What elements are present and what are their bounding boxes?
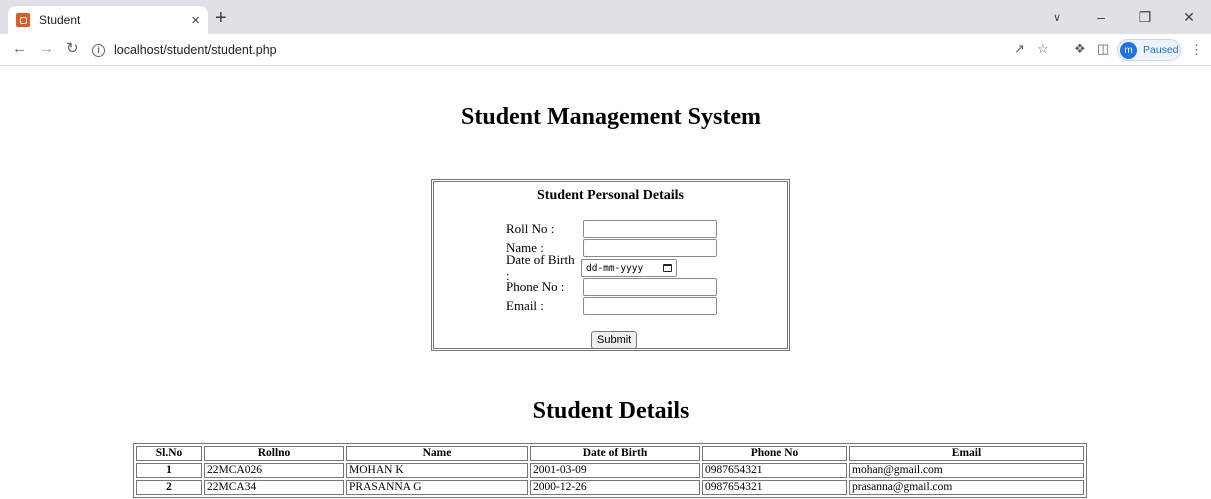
student-form: Student Personal Details Roll No : Name … bbox=[431, 179, 790, 351]
new-tab-button[interactable]: + bbox=[215, 8, 227, 28]
page-title: Student Management System bbox=[461, 104, 761, 130]
column-header: Name bbox=[346, 446, 528, 461]
rollno-row: Roll No : bbox=[506, 220, 717, 238]
tab-title: Student bbox=[39, 13, 81, 27]
email-input[interactable] bbox=[583, 297, 717, 315]
cell-rollno: 22MCA34 bbox=[204, 480, 344, 495]
avatar: m bbox=[1120, 41, 1137, 59]
table-row: 2 22MCA34 PRASANNA G 2000-12-26 09876543… bbox=[136, 480, 1084, 495]
submit-button[interactable]: Submit bbox=[591, 331, 638, 349]
cell-dob: 2001-03-09 bbox=[530, 463, 700, 478]
menu-icon[interactable]: ⋮ bbox=[1190, 43, 1203, 56]
calendar-icon[interactable] bbox=[663, 264, 672, 272]
cell-email: mohan@gmail.com bbox=[849, 463, 1084, 478]
favicon-icon bbox=[16, 13, 30, 27]
window-controls: ∨ – ❐ ✕ bbox=[1035, 0, 1211, 34]
phone-input[interactable] bbox=[583, 278, 717, 296]
url-text[interactable]: localhost/student/student.php bbox=[114, 43, 277, 57]
profile-status: Paused bbox=[1143, 44, 1179, 56]
column-header: Sl.No bbox=[136, 446, 202, 461]
reload-icon[interactable]: ↻ bbox=[66, 41, 79, 56]
table-row: 1 22MCA026 MOHAN K 2001-03-09 0987654321… bbox=[136, 463, 1084, 478]
profile-button[interactable]: m Paused bbox=[1117, 39, 1181, 61]
extensions-icon[interactable]: ❖ bbox=[1074, 42, 1086, 55]
column-header: Date of Birth bbox=[530, 446, 700, 461]
restore-icon[interactable]: ❐ bbox=[1123, 9, 1167, 26]
share-icon[interactable]: ↗ bbox=[1014, 42, 1025, 55]
dob-placeholder: dd-mm-yyyy bbox=[586, 262, 644, 274]
cell-phone: 0987654321 bbox=[702, 480, 847, 495]
table-header-row: Sl.No Rollno Name Date of Birth Phone No… bbox=[136, 446, 1084, 461]
tab-strip: Student × + ∨ – ❐ ✕ bbox=[0, 0, 1211, 34]
column-header: Rollno bbox=[204, 446, 344, 461]
dob-row: Date of Birth : dd-mm-yyyy bbox=[506, 252, 677, 283]
details-heading: Student Details bbox=[532, 398, 690, 424]
tab-student[interactable]: Student × bbox=[8, 6, 208, 34]
name-input[interactable] bbox=[583, 239, 717, 257]
cell-slno: 2 bbox=[136, 480, 202, 495]
close-tab-icon[interactable]: × bbox=[191, 13, 200, 28]
cell-email: prasanna@gmail.com bbox=[849, 480, 1084, 495]
forward-icon[interactable]: → bbox=[39, 41, 54, 56]
tab-search-icon[interactable]: ∨ bbox=[1035, 11, 1079, 24]
form-heading: Student Personal Details bbox=[537, 188, 684, 203]
cell-name: MOHAN K bbox=[346, 463, 528, 478]
star-icon[interactable]: ☆ bbox=[1037, 42, 1049, 55]
cell-phone: 0987654321 bbox=[702, 463, 847, 478]
close-window-icon[interactable]: ✕ bbox=[1167, 9, 1211, 26]
cell-name: PRASANNA G bbox=[346, 480, 528, 495]
minimize-icon[interactable]: – bbox=[1079, 9, 1123, 25]
student-details-table: Sl.No Rollno Name Date of Birth Phone No… bbox=[133, 443, 1087, 498]
side-panel-icon[interactable]: ◫ bbox=[1097, 42, 1109, 55]
column-header: Phone No bbox=[702, 446, 847, 461]
back-icon[interactable]: ← bbox=[12, 41, 27, 56]
cell-slno: 1 bbox=[136, 463, 202, 478]
browser-toolbar: ← → ↻ i localhost/student/student.php ↗ … bbox=[0, 34, 1211, 66]
dob-input[interactable]: dd-mm-yyyy bbox=[581, 259, 677, 277]
info-icon[interactable]: i bbox=[92, 43, 105, 57]
address-bar[interactable]: i localhost/student/student.php bbox=[92, 38, 1002, 62]
column-header: Email bbox=[849, 446, 1084, 461]
rollno-input[interactable] bbox=[583, 220, 717, 238]
phone-label: Phone No : bbox=[506, 279, 565, 294]
cell-dob: 2000-12-26 bbox=[530, 480, 700, 495]
cell-rollno: 22MCA026 bbox=[204, 463, 344, 478]
rollno-label: Roll No : bbox=[506, 221, 555, 236]
email-row: Email : bbox=[506, 297, 717, 315]
phone-row: Phone No : bbox=[506, 278, 717, 296]
email-label: Email : bbox=[506, 298, 544, 313]
